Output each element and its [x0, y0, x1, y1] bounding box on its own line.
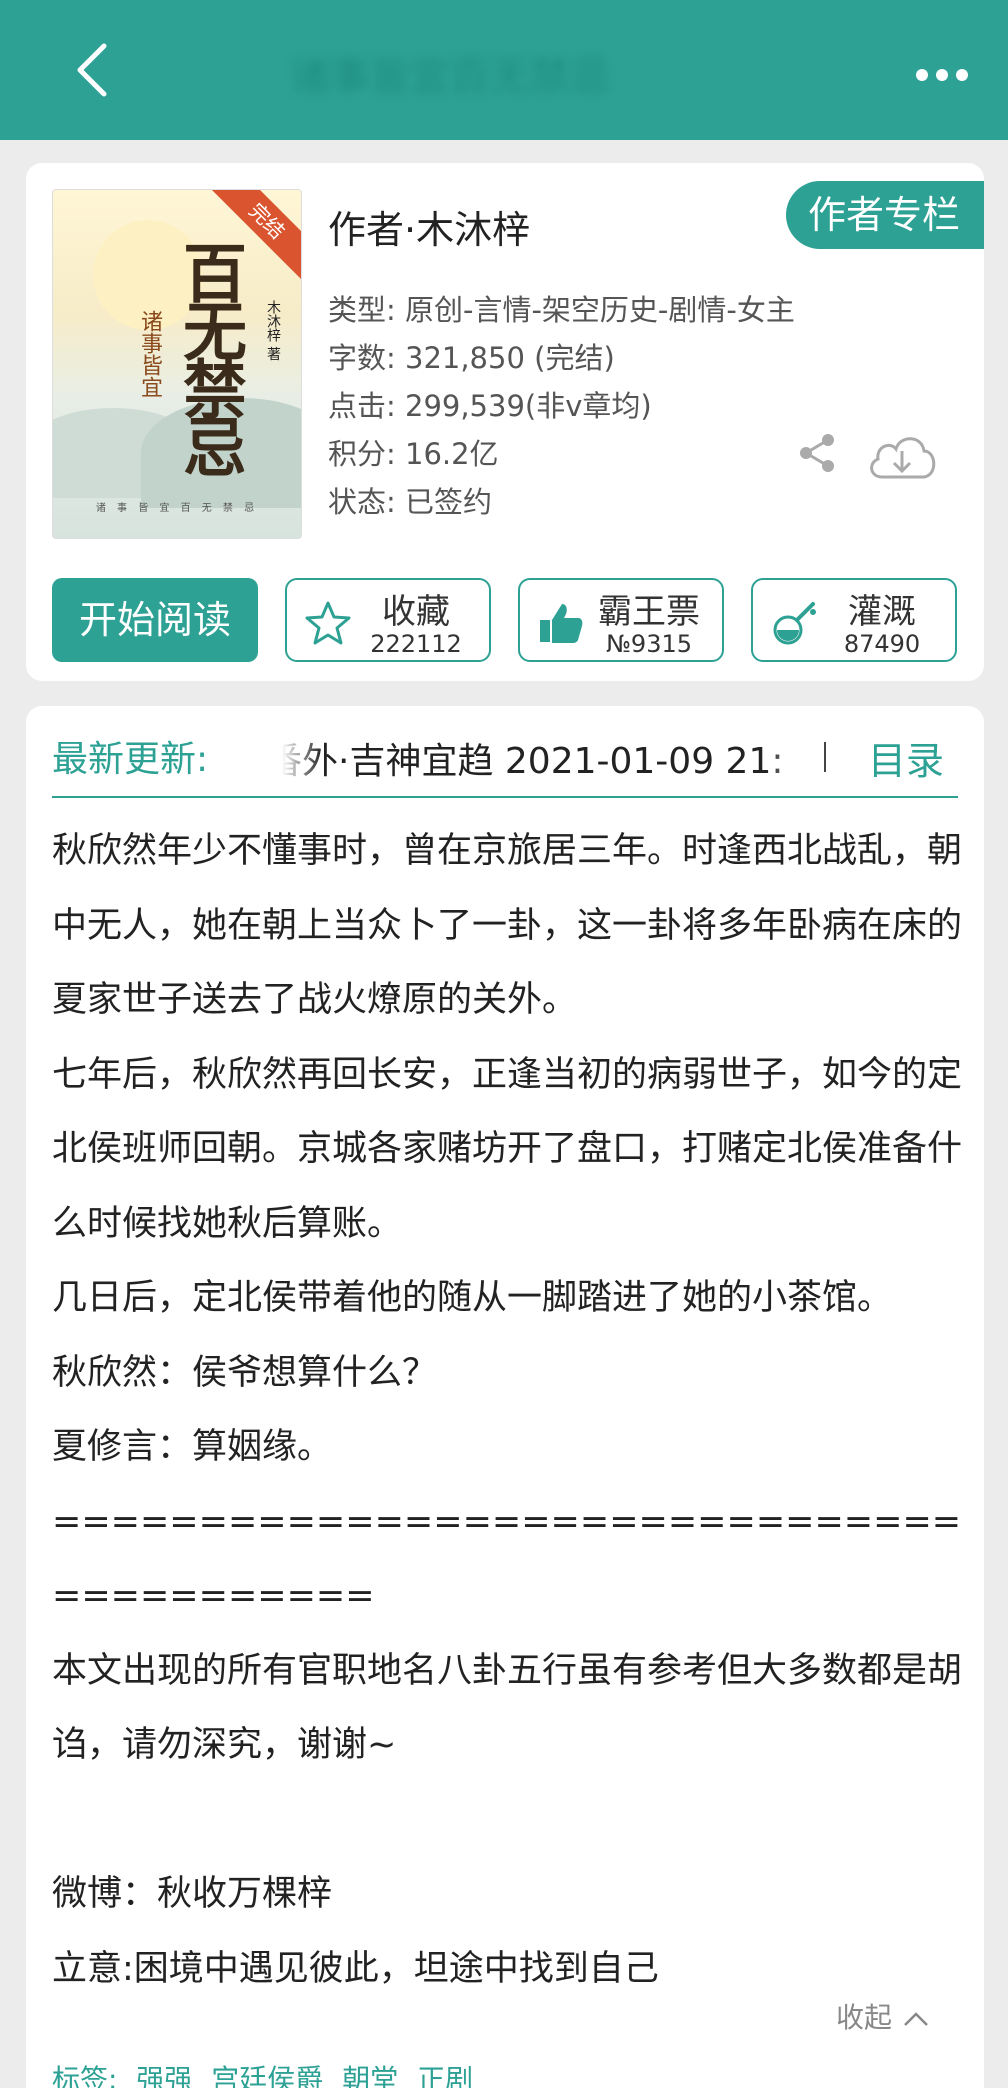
- favorite-count: 222112: [370, 630, 462, 658]
- tag-list: 标签: 强强 宫廷侯爵 朝堂 正剧: [52, 2058, 483, 2088]
- intro-paragraph: 本文出现的所有官职地名八卦五行虽有参考但大多数都是胡诌，请勿深究，谢谢~: [52, 1650, 963, 1766]
- section-divider: [52, 796, 958, 798]
- intro-weibo: 微博：秋收万棵梓: [52, 1874, 333, 1914]
- catalog-link[interactable]: 目录: [868, 730, 944, 785]
- top-bar: 诸事皆宜百无禁忌: [0, 0, 1008, 140]
- thumbs-up-icon: [540, 604, 583, 643]
- chevron-up-icon: [904, 2012, 928, 2026]
- latest-update-label: 最新更新:: [52, 739, 209, 780]
- intro-paragraph: 夏修言：算姻缘。: [52, 1427, 333, 1467]
- intro-separator-line: ========================================…: [52, 1501, 962, 1617]
- start-reading-button[interactable]: 开始阅读: [52, 578, 258, 662]
- tag-item[interactable]: 强强: [136, 2063, 192, 2088]
- intro-card: 最新更新: 番外·吉神宜趋 2021-01-09 21: 目录 秋欣然年少不懂事…: [26, 706, 984, 2088]
- tags-label: 标签:: [52, 2063, 118, 2088]
- ticket-button[interactable]: 霸王票 №9315: [518, 578, 724, 662]
- tag-item[interactable]: 宫廷侯爵: [211, 2063, 323, 2088]
- latest-update-text[interactable]: 番外·吉神宜趋 2021-01-09 21:: [282, 732, 822, 784]
- water-button[interactable]: 灌溉 87490: [751, 578, 957, 662]
- collapse-label: 收起: [836, 2001, 893, 2034]
- intro-paragraph: 秋欣然年少不懂事时，曾在京旅居三年。时逢西北战乱，朝中无人，她在朝上当众卜了一卦…: [52, 831, 963, 1020]
- more-dots-icon[interactable]: [912, 60, 972, 90]
- cover-author-art: 木沐梓 著: [265, 300, 281, 361]
- cover-footer-art: 诸 事 皆 宜 百 无 禁 忌: [95, 503, 259, 514]
- book-info-card: 百无禁忌 诸事皆宜 木沐梓 著 诸 事 皆 宜 百 无 禁 忌 完结 作者·木沐…: [26, 163, 984, 681]
- share-icon[interactable]: [796, 431, 838, 475]
- favorite-label: 收藏: [382, 592, 450, 632]
- cloud-download-icon[interactable]: [864, 429, 940, 483]
- tag-item[interactable]: 朝堂: [342, 2063, 398, 2088]
- star-icon: [305, 601, 351, 645]
- book-cover[interactable]: 百无禁忌 诸事皆宜 木沐梓 著 诸 事 皆 宜 百 无 禁 忌 完结: [52, 189, 302, 539]
- book-intro: 秋欣然年少不懂事时，曾在京旅居三年。时逢西北战乱，朝中无人，她在朝上当众卜了一卦…: [52, 814, 962, 2006]
- latest-separator: [824, 742, 826, 772]
- marquee-fade-left: [282, 726, 322, 782]
- info-word-count: 字数: 321,850 (完结): [328, 341, 615, 375]
- intro-paragraph: 秋欣然：侯爷想算什么？: [52, 1352, 438, 1393]
- author-name[interactable]: 作者·木沐梓: [328, 199, 530, 254]
- ticket-label: 霸王票: [598, 592, 700, 632]
- cover-subtitle-art: 诸事皆宜: [137, 310, 162, 398]
- water-count: 87490: [843, 630, 921, 658]
- favorite-button[interactable]: 收藏 222112: [285, 578, 491, 662]
- info-score: 积分: 16.2亿: [328, 437, 499, 471]
- intro-paragraph: 几日后，定北侯带着他的随从一脚踏进了她的小茶馆。: [52, 1278, 893, 1318]
- intro-theme: 立意:困境中遇见彼此，坦途中找到自己: [52, 1948, 659, 1989]
- tag-item[interactable]: 正剧: [417, 2063, 473, 2088]
- page-title: 诸事皆宜百无禁忌: [290, 54, 610, 96]
- marquee-fade-right: [766, 726, 822, 782]
- author-column-button[interactable]: 作者专栏: [786, 181, 984, 249]
- cover-title-art: 百无禁忌: [172, 240, 247, 472]
- chevron-left-icon[interactable]: [70, 40, 114, 100]
- info-genre: 类型: 原创-言情-架空历史-剧情-女主: [328, 293, 795, 327]
- info-status: 状态: 已签约: [328, 485, 492, 519]
- intro-blank-line: [52, 1783, 962, 1858]
- water-label: 灌溉: [848, 592, 916, 632]
- nutrient-bottle-icon: [773, 602, 816, 645]
- intro-paragraph: 七年后，秋欣然再回长安，正逢当初的病弱世子，如今的定北侯班师回朝。京城各家赌坊开…: [52, 1054, 963, 1244]
- collapse-button[interactable]: 收起: [836, 1996, 931, 2036]
- ticket-count: №9315: [605, 630, 693, 658]
- info-clicks: 点击: 299,539(非v章均): [328, 389, 652, 423]
